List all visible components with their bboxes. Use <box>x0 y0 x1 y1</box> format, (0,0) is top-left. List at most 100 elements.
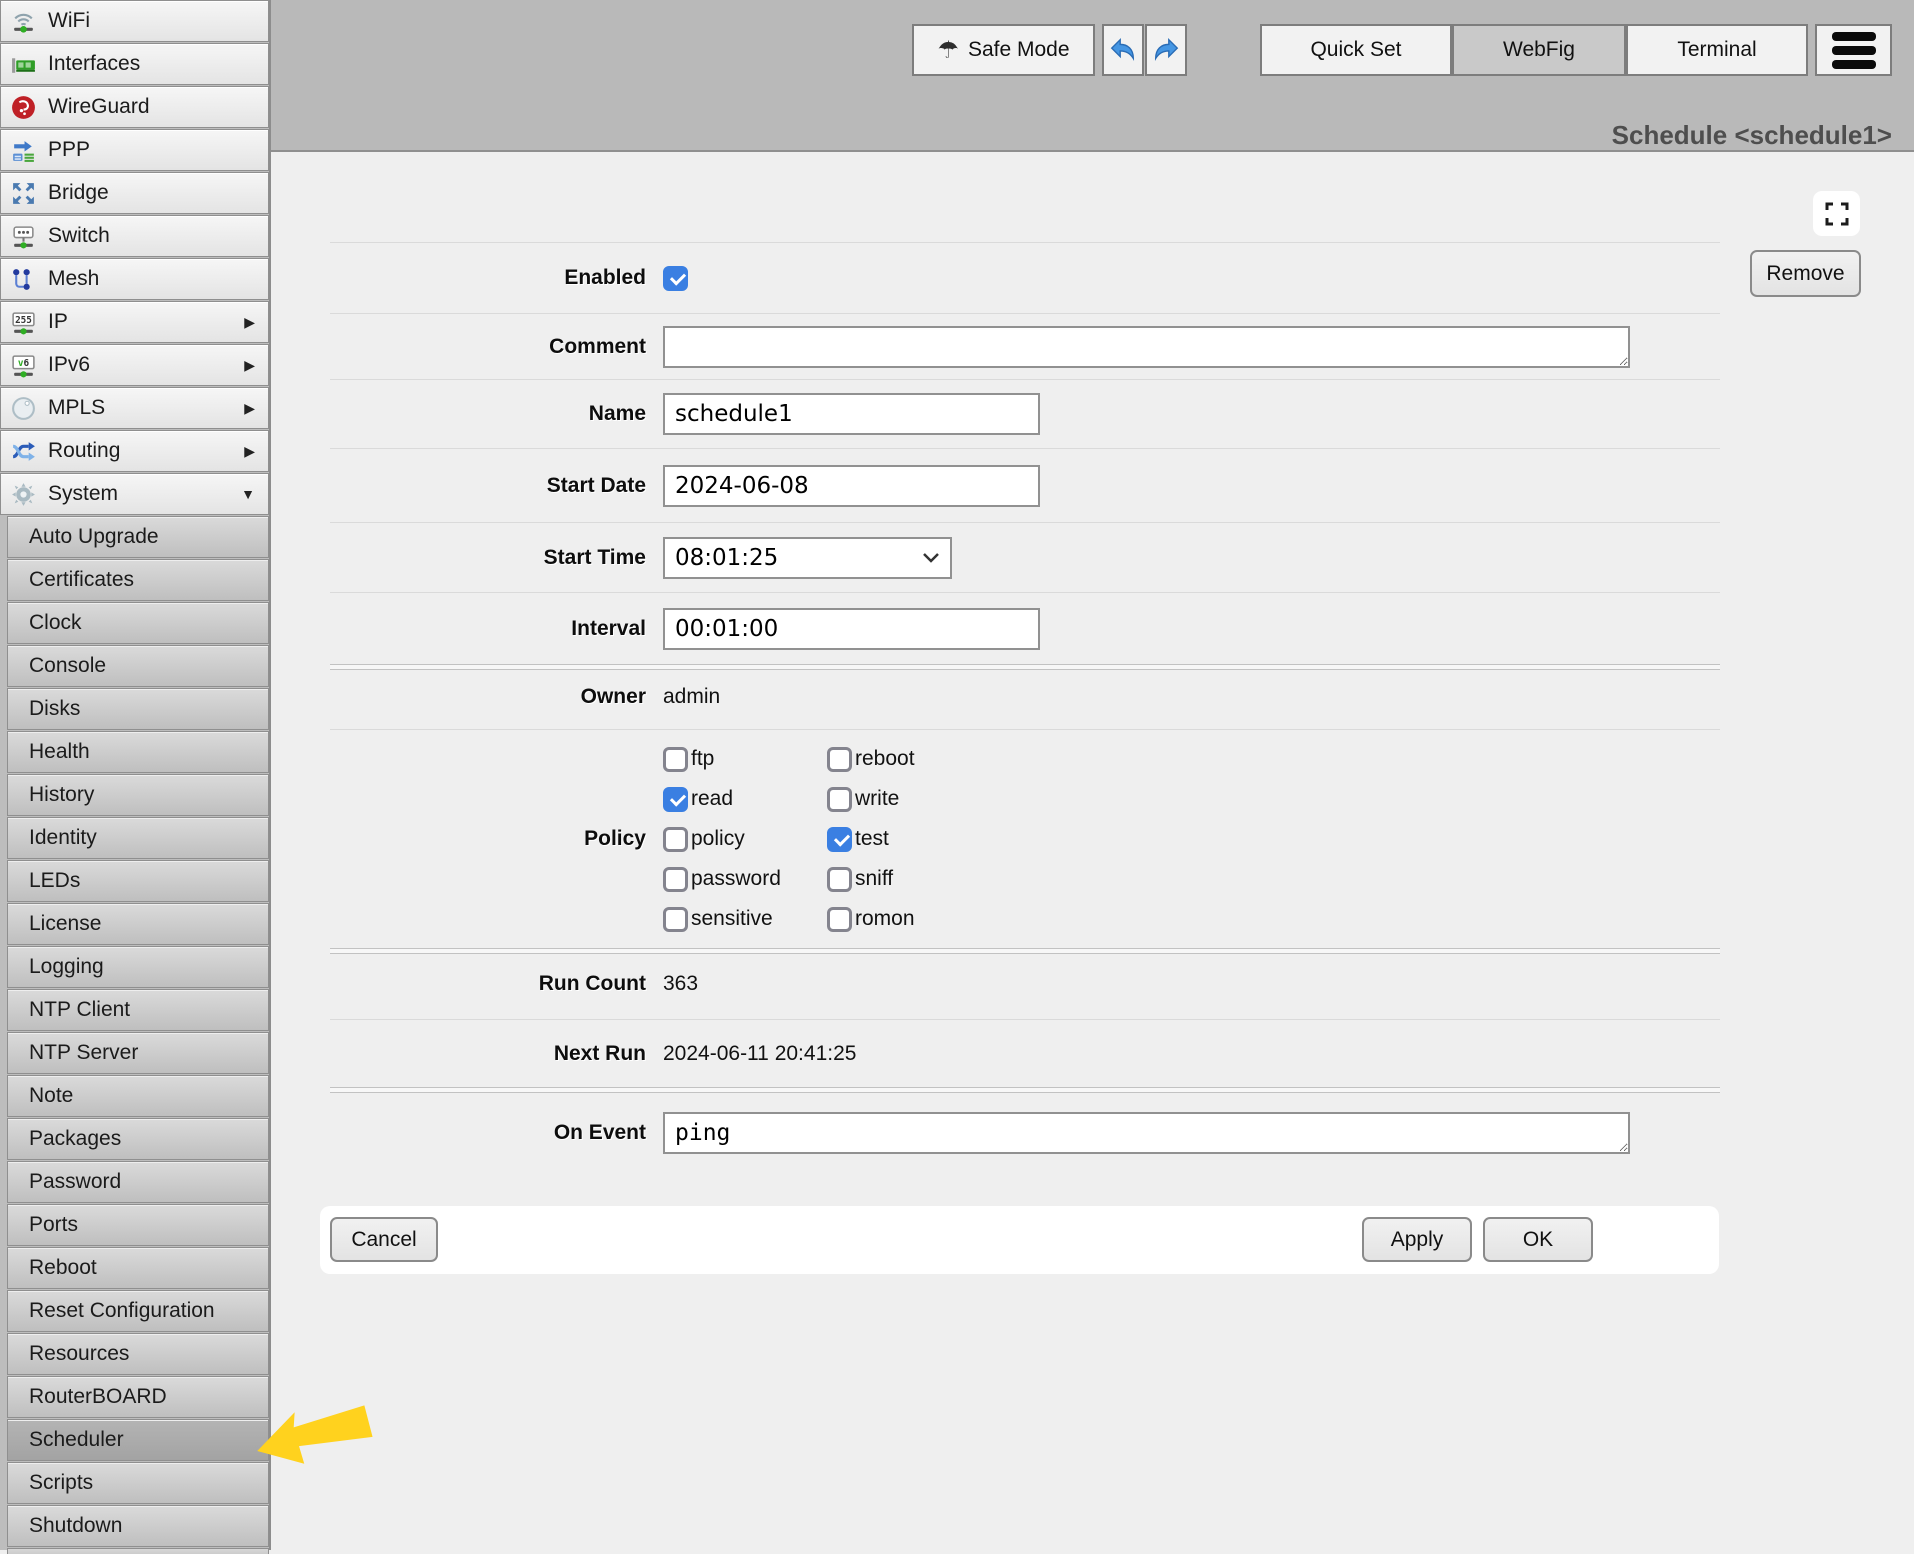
sidebar-subitem[interactable]: Resources <box>7 1333 269 1375</box>
sidebar-item-ipv6[interactable]: v6 IPv6 ▶ <box>0 344 269 386</box>
ip-icon: 255 <box>10 309 37 336</box>
svg-text:255: 255 <box>15 315 32 326</box>
sidebar-item-switch[interactable]: Switch <box>0 215 269 257</box>
policy-option[interactable]: read <box>663 787 827 812</box>
form-row-interval: Interval <box>330 592 1720 664</box>
sidebar-subitem[interactable]: Logging <box>7 946 269 988</box>
sidebar-item-interfaces[interactable]: Interfaces <box>0 43 269 85</box>
sidebar-subitem[interactable]: Password <box>7 1161 269 1203</box>
sidebar-item-routing[interactable]: Routing ▶ <box>0 430 269 472</box>
button-bar: Cancel Apply OK <box>320 1206 1719 1274</box>
ok-button[interactable]: OK <box>1483 1217 1593 1262</box>
form-row-enabled: Enabled <box>330 242 1720 313</box>
sidebar-item-bridge[interactable]: Bridge <box>0 172 269 214</box>
policy-option[interactable]: reboot <box>827 747 915 772</box>
form-row-start-time: Start Time 08:01:25 <box>330 522 1720 592</box>
main-content: Remove Enabled Comment Name Start Date S… <box>271 152 1914 1550</box>
policy-checkbox[interactable] <box>663 747 688 772</box>
remove-button[interactable]: Remove <box>1750 250 1861 297</box>
apply-button[interactable]: Apply <box>1362 1217 1472 1262</box>
sidebar-subitem[interactable]: Disks <box>7 688 269 730</box>
policy-checkbox[interactable] <box>663 907 688 932</box>
form-row-name: Name <box>330 379 1720 448</box>
menu-button[interactable] <box>1815 24 1892 76</box>
sidebar-item-mpls[interactable]: MPLS ▶ <box>0 387 269 429</box>
policy-checkbox[interactable] <box>827 787 852 812</box>
sidebar-item-system[interactable]: System ▼ <box>0 473 269 515</box>
sidebar-item-ppp[interactable]: PPP <box>0 129 269 171</box>
sidebar-subitem[interactable]: LEDs <box>7 860 269 902</box>
policy-checkbox[interactable] <box>827 827 852 852</box>
umbrella-icon: ☂ <box>937 36 959 65</box>
form-row-run-count: Run Count 363 <box>330 948 1720 1019</box>
tab-quick-set[interactable]: Quick Set <box>1260 24 1452 76</box>
sidebar: WiFi Interfaces WireGuard PPP Bridge Swi… <box>0 0 271 1550</box>
form-row-policy: Policy ftp reboot read <box>330 729 1720 948</box>
sidebar-subitem[interactable]: History <box>7 774 269 816</box>
sidebar-subitem[interactable]: Identity <box>7 817 269 859</box>
sidebar-subitem[interactable]: License <box>7 903 269 945</box>
policy-checkbox[interactable] <box>663 827 688 852</box>
tab-terminal[interactable]: Terminal <box>1626 24 1808 76</box>
sidebar-subitem[interactable]: Note <box>7 1075 269 1117</box>
form-row-owner: Owner admin <box>330 664 1720 729</box>
routing-icon <box>10 438 37 465</box>
on-event-textarea[interactable]: ping <box>663 1112 1630 1154</box>
sidebar-subitem[interactable]: Reset Configuration <box>7 1290 269 1332</box>
sidebar-subitem[interactable]: Packages <box>7 1118 269 1160</box>
policy-option[interactable]: test <box>827 827 915 852</box>
cancel-button[interactable]: Cancel <box>330 1217 438 1262</box>
sidebar-subitem[interactable]: Auto Upgrade <box>7 516 269 558</box>
field-label-owner: Owner <box>330 685 646 709</box>
sidebar-subitem[interactable]: Ports <box>7 1204 269 1246</box>
policy-option[interactable]: ftp <box>663 747 827 772</box>
redo-button[interactable] <box>1145 24 1187 76</box>
policy-checkbox[interactable] <box>827 867 852 892</box>
sidebar-subitem[interactable]: Scripts <box>7 1462 269 1504</box>
run-count-value: 363 <box>663 972 698 996</box>
form-row-on-event: On Event ping <box>330 1087 1720 1179</box>
fullscreen-button[interactable] <box>1813 191 1860 236</box>
hamburger-icon <box>1832 32 1876 69</box>
policy-option[interactable]: policy <box>663 827 827 852</box>
sidebar-subitem[interactable]: Clock <box>7 602 269 644</box>
sidebar-subitem[interactable]: Scheduler <box>7 1419 269 1461</box>
chevron-down-icon: ▼ <box>241 486 255 502</box>
bridge-icon <box>10 180 37 207</box>
ppp-icon <box>10 137 37 164</box>
enabled-checkbox[interactable] <box>663 266 688 291</box>
sidebar-subitem-partial <box>7 1548 269 1554</box>
sidebar-subitem[interactable]: Console <box>7 645 269 687</box>
start-time-select[interactable]: 08:01:25 <box>663 537 952 579</box>
tab-webfig[interactable]: WebFig <box>1452 24 1626 76</box>
wireguard-icon <box>10 94 37 121</box>
sidebar-item-wifi[interactable]: WiFi <box>0 0 269 42</box>
policy-checkbox[interactable] <box>827 747 852 772</box>
sidebar-item-mesh[interactable]: Mesh <box>0 258 269 300</box>
sidebar-subitem[interactable]: Certificates <box>7 559 269 601</box>
sidebar-subitem[interactable]: NTP Client <box>7 989 269 1031</box>
undo-icon <box>1108 35 1138 65</box>
comment-textarea[interactable] <box>663 326 1630 368</box>
start-date-input[interactable] <box>663 465 1040 507</box>
start-time-value: 08:01:25 <box>675 545 778 571</box>
undo-button[interactable] <box>1102 24 1144 76</box>
policy-checkbox[interactable] <box>663 787 688 812</box>
interval-input[interactable] <box>663 608 1040 650</box>
policy-option[interactable]: sniff <box>827 867 915 892</box>
safe-mode-button[interactable]: ☂ Safe Mode <box>912 24 1095 76</box>
sidebar-subitem[interactable]: RouterBOARD <box>7 1376 269 1418</box>
policy-option[interactable]: password <box>663 867 827 892</box>
sidebar-subitem[interactable]: Reboot <box>7 1247 269 1289</box>
sidebar-item-wireguard[interactable]: WireGuard <box>0 86 269 128</box>
policy-option[interactable]: write <box>827 787 915 812</box>
name-input[interactable] <box>663 393 1040 435</box>
sidebar-subitem[interactable]: Shutdown <box>7 1505 269 1547</box>
policy-checkbox[interactable] <box>663 867 688 892</box>
sidebar-subitem[interactable]: NTP Server <box>7 1032 269 1074</box>
policy-checkbox[interactable] <box>827 907 852 932</box>
policy-option[interactable]: sensitive <box>663 907 827 932</box>
sidebar-subitem[interactable]: Health <box>7 731 269 773</box>
policy-option[interactable]: romon <box>827 907 915 932</box>
sidebar-item-ip[interactable]: 255 IP ▶ <box>0 301 269 343</box>
